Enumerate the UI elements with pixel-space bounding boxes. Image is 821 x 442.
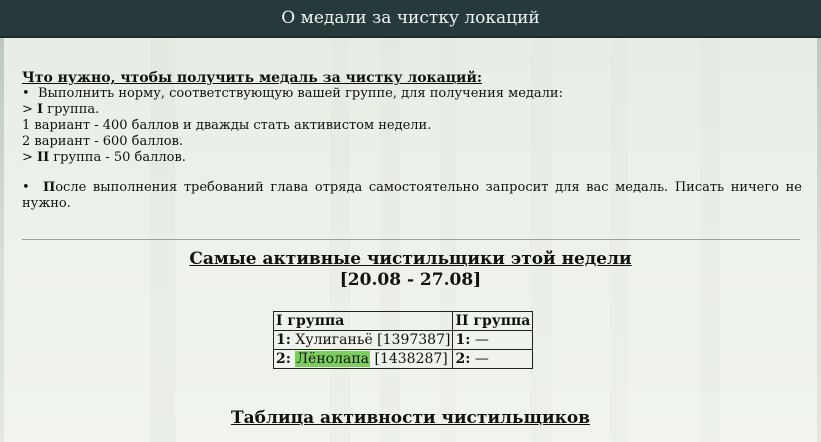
- page-title: О медали за чистку локаций: [281, 8, 540, 28]
- group-1-suffix: группа.: [43, 102, 100, 117]
- player-id: [1397387]: [372, 332, 451, 348]
- table-cell-group-1: 2: Лёнолапа [1438287]: [272, 349, 454, 369]
- group-2-prefix: >: [22, 150, 38, 165]
- table-cell-group-2: 2: —: [452, 349, 534, 369]
- rank-label: 2:: [455, 351, 471, 367]
- activity-table-title: Таблица активности чистильщиков: [230, 408, 591, 428]
- weekly-groups-table: I группа II группа 1: Хулиганьё [1397387…: [272, 311, 534, 369]
- section-divider: [22, 239, 800, 240]
- table-cell-group-1: 1: Хулиганьё [1397387]: [272, 330, 454, 350]
- group-1-prefix: >: [22, 102, 38, 117]
- column-header-group-2: II группа: [452, 311, 534, 331]
- group-2-number: II: [37, 150, 50, 165]
- bullet-1-text: Выполнить норму, соответствующую вашей г…: [37, 86, 563, 101]
- page-header: О медали за чистку локаций: [0, 0, 821, 38]
- weekly-title: Самые активные чистильщики этой недели: [189, 249, 632, 269]
- group-1-line: > I группа.: [22, 102, 802, 118]
- table-row: 2: Лёнолапа [1438287] 2: —: [272, 349, 534, 369]
- bullet-icon: •: [22, 86, 30, 101]
- weekly-date-range: [20.08 - 27.08]: [339, 270, 482, 290]
- variant-2: 2 вариант - 600 баллов.: [22, 134, 184, 149]
- group-2-suffix: группа - 50 баллов.: [49, 150, 186, 165]
- player-id: [1438287]: [370, 351, 448, 367]
- rank-label: 2:: [276, 351, 291, 367]
- rank-label: 1:: [276, 332, 291, 348]
- column-header-group-1: I группа: [272, 311, 454, 331]
- player-name-link[interactable]: Хулиганьё: [295, 332, 372, 348]
- requirement-bullet-2: • После выполнения требований глава отря…: [22, 180, 802, 212]
- empty-value: —: [470, 332, 489, 348]
- player-name-link-highlighted[interactable]: Лёнолапа: [295, 351, 371, 367]
- rank-label: 1:: [455, 332, 471, 348]
- table-header-row: I группа II группа: [272, 311, 534, 331]
- group-2-line: > II группа - 50 баллов.: [22, 150, 802, 166]
- table-cell-group-2: 1: —: [452, 330, 534, 350]
- bullet-icon: •: [22, 180, 30, 195]
- requirements-section: Что нужно, чтобы получить медаль за чист…: [22, 70, 802, 212]
- empty-value: —: [470, 351, 489, 367]
- variant-1: 1 вариант - 400 баллов и дважды стать ак…: [22, 118, 432, 133]
- requirement-bullet-1: • Выполнить норму, соответствующую вашей…: [22, 86, 802, 102]
- bullet-2-first-letter: П: [42, 180, 56, 195]
- bullet-2-text: осле выполнения требований глава отряда …: [22, 180, 802, 211]
- requirements-title: Что нужно, чтобы получить медаль за чист…: [22, 70, 482, 86]
- table-row: 1: Хулиганьё [1397387] 1: —: [272, 330, 534, 350]
